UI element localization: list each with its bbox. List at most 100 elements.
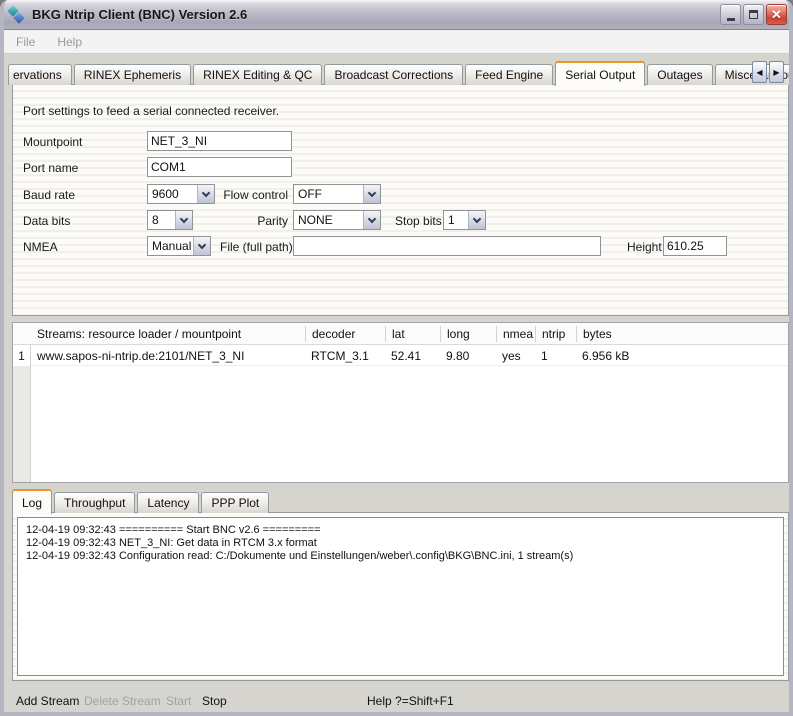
flow-control-select[interactable]: OFF — [293, 184, 381, 204]
chevron-down-icon — [473, 214, 481, 222]
column-header-decoder[interactable]: decoder — [305, 326, 385, 342]
chevron-down-icon — [198, 240, 206, 248]
window-title: BKG Ntrip Client (BNC) Version 2.6 — [32, 7, 247, 22]
column-header-long[interactable]: long — [440, 326, 496, 342]
menu-help[interactable]: Help — [57, 35, 82, 49]
data-bits-value: 8 — [148, 213, 175, 227]
data-bits-select[interactable]: 8 — [147, 210, 193, 230]
tab-log[interactable]: Log — [12, 489, 52, 514]
minimize-button[interactable] — [720, 4, 741, 25]
tab-latency[interactable]: Latency — [137, 492, 199, 513]
tab-throughput[interactable]: Throughput — [54, 492, 135, 513]
arrow-left-icon: ◀ — [756, 68, 762, 77]
log-output[interactable]: 12-04-19 09:32:43 ========== Start BNC v… — [17, 517, 784, 676]
chevron-down-icon — [368, 214, 376, 222]
log-line: 12-04-19 09:32:43 Configuration read: C:… — [26, 550, 775, 563]
tab-scroll-left-button[interactable]: ◀ — [752, 61, 767, 83]
table-header-row: Streams: resource loader / mountpoint de… — [13, 323, 788, 345]
close-icon: ✕ — [771, 7, 782, 23]
stop-bits-select[interactable]: 1 — [443, 210, 486, 230]
maximize-button[interactable] — [743, 4, 764, 25]
baud-rate-label: Baud rate — [23, 188, 75, 202]
cell-mountpoint: www.sapos-ni-ntrip.de:2101/NET_3_NI — [31, 349, 305, 363]
height-label: Height — [627, 240, 662, 254]
parity-value: NONE — [294, 213, 363, 227]
cell-decoder: RTCM_3.1 — [305, 349, 385, 363]
header-gutter-cell — [13, 326, 31, 342]
panel-description: Port settings to feed a serial connected… — [23, 104, 279, 118]
height-input[interactable] — [663, 236, 727, 256]
streams-table: Streams: resource loader / mountpoint de… — [12, 322, 789, 483]
delete-stream-button[interactable]: Delete Stream — [84, 694, 161, 708]
action-bar: Add Stream Delete Stream Start Stop Help… — [4, 690, 789, 716]
baud-rate-value: 9600 — [148, 187, 197, 201]
title-bar[interactable]: BKG Ntrip Client (BNC) Version 2.6 ✕ — [0, 0, 793, 30]
bottom-tab-bar: Log Throughput Latency PPP Plot — [12, 489, 271, 513]
chevron-down-icon — [180, 214, 188, 222]
bnc-app-icon — [8, 6, 26, 24]
stop-bits-dropdown-button[interactable] — [468, 211, 485, 229]
tab-observations[interactable]: ervations — [8, 64, 72, 85]
stop-bits-label: Stop bits — [395, 214, 442, 228]
parity-dropdown-button[interactable] — [363, 211, 380, 229]
tab-scroll-right-button[interactable]: ▶ — [769, 61, 784, 83]
port-name-label: Port name — [23, 161, 78, 175]
log-line: 12-04-19 09:32:43 ========== Start BNC v… — [26, 524, 775, 537]
tab-broadcast-corrections[interactable]: Broadcast Corrections — [324, 64, 463, 85]
port-name-input[interactable] — [147, 157, 292, 177]
tab-scroll-controls: ◀ ▶ — [752, 61, 784, 83]
tab-rinex-editing-qc[interactable]: RINEX Editing & QC — [193, 64, 322, 85]
parity-select[interactable]: NONE — [293, 210, 381, 230]
cell-lat: 52.41 — [385, 349, 440, 363]
chevron-down-icon — [368, 188, 376, 196]
start-button[interactable]: Start — [166, 694, 191, 708]
column-header-mountpoint[interactable]: Streams: resource loader / mountpoint — [31, 326, 305, 342]
tab-serial-output[interactable]: Serial Output — [555, 61, 645, 86]
baud-rate-select[interactable]: 9600 — [147, 184, 215, 204]
mountpoint-label: Mountpoint — [23, 135, 82, 149]
log-panel: 12-04-19 09:32:43 ========== Start BNC v… — [12, 512, 789, 681]
stop-button[interactable]: Stop — [202, 694, 227, 708]
menu-file[interactable]: File — [16, 35, 35, 49]
flow-control-label: Flow control — [208, 188, 288, 202]
arrow-right-icon: ▶ — [773, 68, 779, 77]
data-bits-label: Data bits — [23, 214, 70, 228]
cell-bytes: 6.956 kB — [576, 349, 788, 363]
file-path-input[interactable] — [293, 236, 601, 256]
maximize-icon — [749, 10, 758, 19]
nmea-value: Manual — [148, 239, 193, 253]
menu-bar: File Help — [4, 30, 789, 54]
data-bits-dropdown-button[interactable] — [175, 211, 192, 229]
tab-feed-engine[interactable]: Feed Engine — [465, 64, 553, 85]
serial-output-panel: Port settings to feed a serial connected… — [12, 84, 789, 316]
column-header-ntrip[interactable]: ntrip — [535, 326, 576, 342]
stop-bits-value: 1 — [444, 213, 468, 227]
cell-long: 9.80 — [440, 349, 496, 363]
nmea-label: NMEA — [23, 240, 58, 254]
tab-rinex-ephemeris[interactable]: RINEX Ephemeris — [74, 64, 191, 85]
help-shortcut-label: Help ?=Shift+F1 — [367, 694, 454, 708]
mountpoint-input[interactable] — [147, 131, 292, 151]
window-controls: ✕ — [720, 4, 787, 25]
close-button[interactable]: ✕ — [766, 4, 787, 25]
bnc-window: BKG Ntrip Client (BNC) Version 2.6 ✕ Fil… — [0, 0, 793, 716]
file-path-label: File (full path) — [220, 240, 293, 254]
cell-nmea: yes — [496, 349, 535, 363]
tab-outages[interactable]: Outages — [647, 64, 712, 85]
parity-label: Parity — [208, 214, 288, 228]
table-row[interactable]: 1 www.sapos-ni-ntrip.de:2101/NET_3_NI RT… — [13, 345, 788, 366]
tab-ppp-plot[interactable]: PPP Plot — [201, 492, 269, 513]
nmea-select[interactable]: Manual — [147, 236, 211, 256]
column-header-nmea[interactable]: nmea — [496, 326, 535, 342]
nmea-dropdown-button[interactable] — [193, 237, 210, 255]
column-header-bytes[interactable]: bytes — [576, 326, 788, 342]
add-stream-button[interactable]: Add Stream — [16, 694, 79, 708]
flow-control-value: OFF — [294, 187, 363, 201]
row-number: 1 — [13, 345, 31, 366]
flow-control-dropdown-button[interactable] — [363, 185, 380, 203]
log-line: 12-04-19 09:32:43 NET_3_NI: Get data in … — [26, 537, 775, 550]
main-tab-bar: ervations RINEX Ephemeris RINEX Editing … — [8, 59, 787, 85]
column-header-lat[interactable]: lat — [385, 326, 440, 342]
cell-ntrip: 1 — [535, 349, 576, 363]
minimize-icon — [727, 18, 735, 21]
